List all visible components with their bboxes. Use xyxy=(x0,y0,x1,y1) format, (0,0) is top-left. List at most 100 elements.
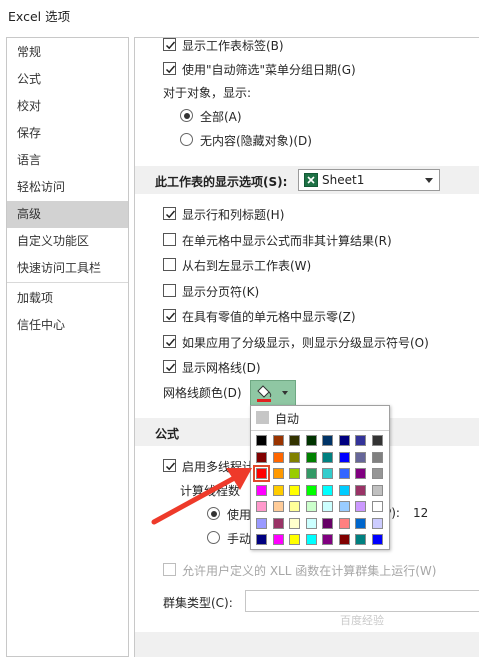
nav-item[interactable]: 快速访问工具栏 xyxy=(7,255,128,282)
color-swatch[interactable] xyxy=(305,484,317,496)
show-gridlines-checkbox[interactable] xyxy=(163,360,176,373)
color-swatch[interactable] xyxy=(272,468,284,479)
color-swatch[interactable] xyxy=(272,484,284,496)
color-swatch[interactable] xyxy=(305,517,317,529)
right-to-left-label: 从右到左显示工作表(W) xyxy=(182,259,312,273)
outline-symbols-option[interactable]: 如果应用了分级显示，则显示分级显示符号(O) xyxy=(135,332,475,352)
color-swatch[interactable] xyxy=(371,501,383,512)
show-zeros-checkbox[interactable] xyxy=(163,309,176,322)
color-swatch[interactable] xyxy=(355,435,366,446)
color-swatch[interactable] xyxy=(338,468,350,479)
color-swatch[interactable] xyxy=(305,534,317,545)
nav-item[interactable]: 高级 xyxy=(7,201,128,228)
objects-all-label: 全部(A) xyxy=(200,110,242,124)
cluster-type-field xyxy=(245,590,479,612)
nav-item[interactable]: 轻松访问 xyxy=(7,174,128,201)
nav-item[interactable]: 语言 xyxy=(7,147,128,174)
right-to-left-checkbox[interactable] xyxy=(163,258,176,271)
color-swatch[interactable] xyxy=(289,534,300,545)
color-swatch[interactable] xyxy=(338,517,350,529)
color-swatch[interactable] xyxy=(371,484,383,496)
color-swatch[interactable] xyxy=(322,451,333,463)
nav-item[interactable]: 校对 xyxy=(7,93,128,120)
color-swatch[interactable] xyxy=(338,451,350,463)
color-swatch[interactable] xyxy=(355,534,366,545)
color-swatch[interactable] xyxy=(305,435,317,446)
color-swatch[interactable] xyxy=(272,451,284,463)
color-swatch[interactable] xyxy=(289,501,300,512)
sheet-select[interactable]: Sheet1 xyxy=(298,169,440,191)
color-swatch[interactable] xyxy=(289,451,300,463)
color-swatch[interactable] xyxy=(305,501,317,512)
color-swatch[interactable] xyxy=(338,435,350,446)
show-headers-label: 显示行和列标题(H) xyxy=(182,208,285,222)
show-sheet-tabs-option[interactable]: 显示工作表标签(B) xyxy=(135,38,475,55)
color-swatch[interactable] xyxy=(272,435,284,446)
color-swatch[interactable] xyxy=(305,451,317,463)
nav-item[interactable]: 保存 xyxy=(7,120,128,147)
color-swatch[interactable] xyxy=(371,534,383,545)
gridline-color-label: 网格线颜色(D) xyxy=(163,386,242,400)
cluster-type-label: 群集类型(C): xyxy=(163,596,233,610)
sheet-select-value: Sheet1 xyxy=(322,173,365,187)
color-swatch[interactable] xyxy=(322,534,333,545)
color-swatch[interactable] xyxy=(322,468,333,479)
show-sheet-tabs-label: 显示工作表标签(B) xyxy=(182,39,284,53)
color-swatch[interactable] xyxy=(355,451,366,463)
outline-symbols-checkbox[interactable] xyxy=(163,335,176,348)
color-swatch[interactable] xyxy=(272,517,284,529)
xll-cluster-option: 允许用户定义的 XLL 函数在计算群集上运行(W) xyxy=(135,560,475,580)
color-swatch[interactable] xyxy=(289,435,300,446)
nav-item[interactable]: 加载项 xyxy=(7,285,128,312)
color-swatch[interactable] xyxy=(322,484,333,496)
objects-none-radio[interactable] xyxy=(180,133,193,146)
nav-item[interactable]: 信任中心 xyxy=(7,312,128,339)
show-gridlines-label: 显示网格线(D) xyxy=(182,361,261,375)
color-swatch[interactable] xyxy=(371,435,383,446)
nav-item[interactable]: 自定义功能区 xyxy=(7,228,128,255)
color-swatch[interactable] xyxy=(289,468,300,479)
automatic-color-label: 自动 xyxy=(275,412,300,426)
group-dates-checkbox[interactable] xyxy=(163,62,176,75)
page-breaks-checkbox[interactable] xyxy=(163,284,176,297)
page-breaks-option[interactable]: 显示分页符(K) xyxy=(135,281,475,301)
group-dates-option[interactable]: 使用"自动筛选"菜单分组日期(G) xyxy=(135,59,475,79)
color-swatch[interactable] xyxy=(371,517,383,529)
color-swatch[interactable] xyxy=(355,501,366,512)
automatic-color-option[interactable]: 自动 xyxy=(253,408,387,428)
color-swatch[interactable] xyxy=(371,468,383,479)
color-swatch[interactable] xyxy=(338,534,350,545)
show-gridlines-option[interactable]: 显示网格线(D) xyxy=(135,357,475,377)
color-swatch[interactable] xyxy=(322,501,333,512)
color-swatch[interactable] xyxy=(305,468,317,479)
nav-item[interactable]: 公式 xyxy=(7,66,128,93)
gridline-color-button[interactable] xyxy=(250,380,296,406)
color-swatch[interactable] xyxy=(355,468,366,479)
color-swatch[interactable] xyxy=(338,484,350,496)
color-swatch[interactable] xyxy=(289,484,300,496)
show-headers-option[interactable]: 显示行和列标题(H) xyxy=(135,204,475,224)
objects-all-option[interactable]: 全部(A) xyxy=(135,106,475,126)
processors-count: 12 xyxy=(413,506,429,520)
color-swatch[interactable] xyxy=(289,517,300,529)
color-swatch[interactable] xyxy=(355,484,366,496)
show-sheet-tabs-checkbox[interactable] xyxy=(163,38,176,51)
nav-item[interactable]: 常规 xyxy=(7,39,128,66)
objects-all-radio[interactable] xyxy=(180,109,193,122)
color-swatch[interactable] xyxy=(338,501,350,512)
show-headers-checkbox[interactable] xyxy=(163,207,176,220)
show-formulas-checkbox[interactable] xyxy=(163,233,176,246)
outline-symbols-label: 如果应用了分级显示，则显示分级显示符号(O) xyxy=(182,336,429,350)
color-swatch[interactable] xyxy=(272,534,284,545)
color-swatch[interactable] xyxy=(322,517,333,529)
automatic-color-swatch xyxy=(256,411,269,424)
show-zeros-option[interactable]: 在具有零值的单元格中显示零(Z) xyxy=(135,306,475,326)
objects-none-label: 无内容(隐藏对象)(D) xyxy=(200,134,312,148)
show-formulas-option[interactable]: 在单元格中显示公式而非其计算结果(R) xyxy=(135,230,475,250)
color-swatch[interactable] xyxy=(322,435,333,446)
color-swatch[interactable] xyxy=(371,451,383,463)
color-swatch[interactable] xyxy=(355,517,366,529)
right-to-left-option[interactable]: 从右到左显示工作表(W) xyxy=(135,255,475,275)
color-swatch[interactable] xyxy=(272,501,284,512)
objects-none-option[interactable]: 无内容(隐藏对象)(D) xyxy=(135,130,475,150)
